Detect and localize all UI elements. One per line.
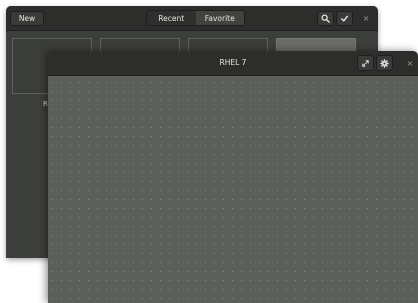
tab-favorite[interactable]: Favorite xyxy=(195,11,244,25)
properties-button[interactable] xyxy=(376,55,393,71)
tab-recent[interactable]: Recent xyxy=(147,11,196,25)
close-vm-window-button[interactable]: × xyxy=(404,57,416,69)
close-main-window-button[interactable]: × xyxy=(360,12,372,24)
vm-display-window[interactable]: RHEL 7 × xyxy=(48,51,418,303)
vm-header-bar: RHEL 7 × xyxy=(48,51,418,76)
selection-mode-button[interactable] xyxy=(336,11,353,26)
search-button[interactable] xyxy=(317,11,334,26)
fullscreen-icon xyxy=(361,59,370,68)
vm-display-area[interactable] xyxy=(48,76,418,303)
fullscreen-button[interactable] xyxy=(357,55,374,71)
checkmark-icon xyxy=(340,14,349,23)
view-switcher: Recent Favorite xyxy=(146,10,245,26)
gear-icon xyxy=(380,58,389,68)
search-icon xyxy=(321,14,330,23)
new-button[interactable]: New xyxy=(10,11,44,26)
main-header-bar: New Recent Favorite × xyxy=(6,6,378,31)
